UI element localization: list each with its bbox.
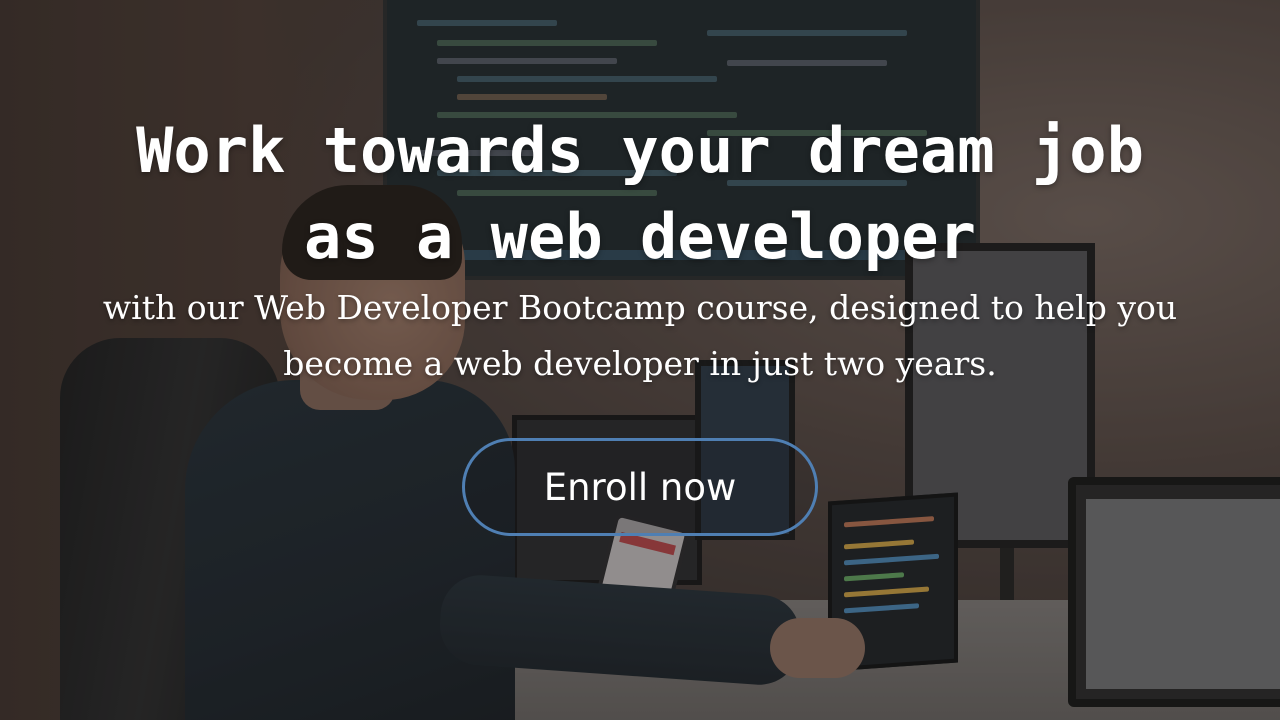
hero-headline: Work towards your dream job as a web dev… <box>0 108 1280 280</box>
headline-line-1: Work towards your dream job <box>136 114 1144 187</box>
enroll-now-button[interactable]: Enroll now <box>462 438 818 536</box>
headline-line-2: as a web developer <box>304 200 976 273</box>
subline-line-1: with our Web Developer Bootcamp course, … <box>102 288 1178 327</box>
hero-subline: with our Web Developer Bootcamp course, … <box>0 280 1280 392</box>
hero-content: Work towards your dream job as a web dev… <box>0 0 1280 720</box>
subline-line-2: become a web developer in just two years… <box>283 344 997 383</box>
